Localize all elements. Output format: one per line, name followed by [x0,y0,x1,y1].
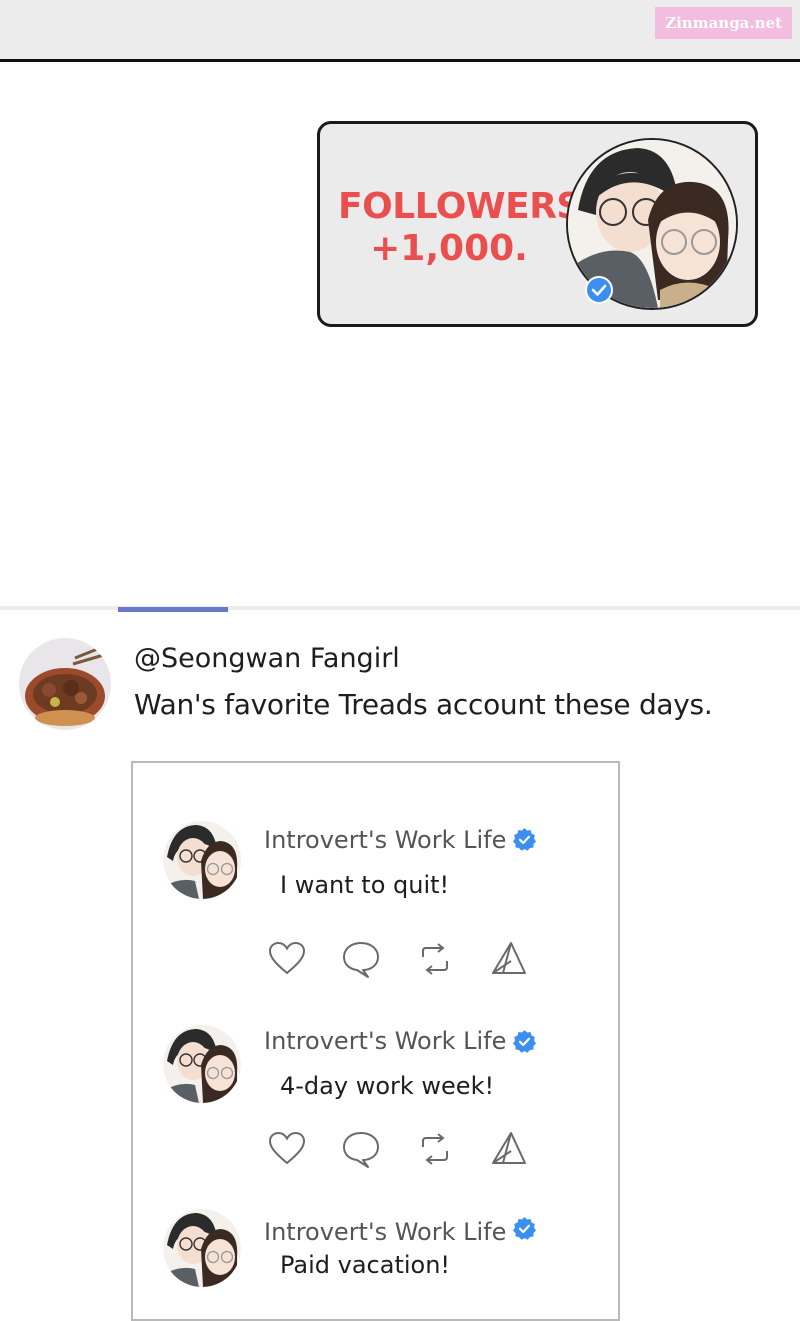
heart-icon[interactable] [267,939,307,979]
embedded-post-text: Paid vacation! [280,1251,451,1279]
watermark: Zinmanga.net [655,7,792,39]
embedded-post-text: I want to quit! [280,871,450,899]
followers-text: FOLLOWERS +1,000. [338,186,582,270]
account-name[interactable]: Introvert's Work Life [264,1027,506,1055]
action-bar [267,1129,537,1169]
post-username[interactable]: @Seongwan Fangirl [134,643,400,674]
embedded-post-text: 4-day work week! [280,1072,495,1100]
verified-icon [513,1030,536,1053]
tab-indicator [118,607,228,612]
followers-label: FOLLOWERS [338,186,582,227]
account-avatar[interactable] [163,821,241,899]
comment-icon[interactable] [341,1129,381,1169]
repost-icon[interactable] [415,939,455,979]
user-avatar[interactable] [19,638,111,730]
embedded-post-card[interactable]: Introvert's Work Life I want to quit! In… [131,761,620,1321]
followers-count: +1,000. [370,228,528,269]
action-bar [267,939,537,979]
verified-icon [513,1217,536,1240]
verified-icon [585,276,613,304]
account-avatar[interactable] [163,1209,241,1287]
repost-icon[interactable] [415,1129,455,1169]
verified-icon [513,828,536,851]
account-avatar[interactable] [163,1025,241,1103]
post-text: Wan's favorite Treads account these days… [134,688,713,721]
share-icon[interactable] [487,1129,527,1169]
account-name[interactable]: Introvert's Work Life [264,826,506,854]
account-name[interactable]: Introvert's Work Life [264,1218,506,1246]
comment-icon[interactable] [341,939,381,979]
heart-icon[interactable] [267,1129,307,1169]
followers-card: FOLLOWERS +1,000. [317,121,758,327]
share-icon[interactable] [487,939,527,979]
top-bar: Zinmanga.net [0,0,800,62]
